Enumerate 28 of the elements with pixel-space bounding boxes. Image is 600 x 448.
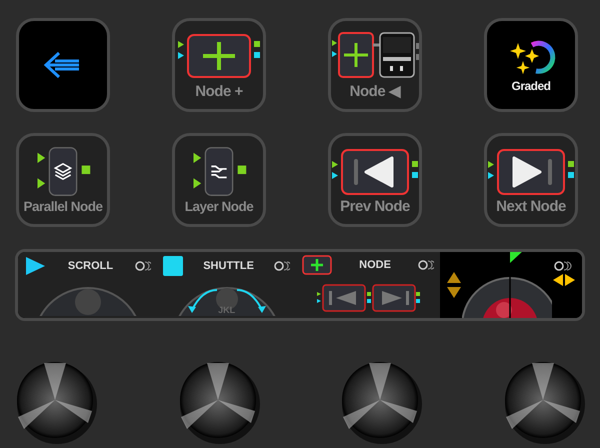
jkl-label: JKL — [217, 305, 236, 315]
button-label: Next Node — [496, 198, 566, 214]
panel-button[interactable]: Graded — [484, 18, 578, 112]
panel-button[interactable]: Prev Node — [328, 133, 422, 227]
panel-button[interactable]: Node + — [172, 18, 266, 112]
previous-next-icon — [316, 283, 420, 313]
button-label: Graded — [511, 79, 550, 93]
scroll-label: SCROLL — [66, 260, 114, 272]
button-label: Node ◀ — [350, 82, 400, 100]
dial-icon — [418, 260, 434, 270]
add-node-icon — [302, 255, 332, 275]
panel-button[interactable] — [16, 18, 110, 112]
dial-icon — [274, 260, 290, 270]
stop-icon — [163, 256, 184, 276]
panel-button[interactable]: Layer Node — [172, 133, 266, 227]
button-label: Prev Node — [340, 198, 410, 214]
up-down-arrows-icon — [446, 271, 462, 299]
panel-button[interactable]: Node ◀ — [328, 18, 422, 112]
button-label: Node + — [195, 82, 243, 100]
button-label: Parallel Node — [23, 199, 103, 214]
shuttle-label: SHUTTLE — [202, 260, 255, 272]
play-icon — [24, 256, 46, 276]
panel-button[interactable]: Next Node — [484, 133, 578, 227]
panel-button[interactable]: Parallel Node — [16, 133, 110, 227]
dial-icon — [135, 260, 152, 270]
button-label: Layer Node — [184, 199, 254, 214]
add-node-viewer-icon — [330, 30, 420, 80]
node-label: NODE — [358, 259, 392, 271]
